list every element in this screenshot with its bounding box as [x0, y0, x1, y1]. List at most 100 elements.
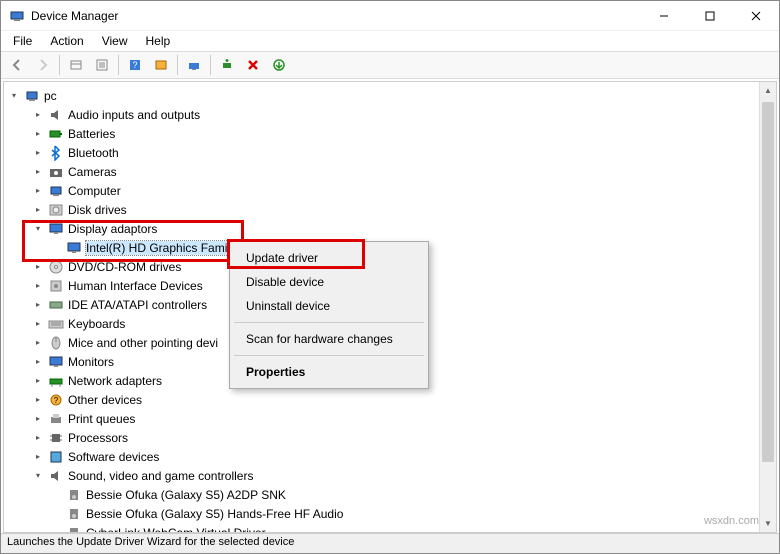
chevron-right-icon[interactable]: ▸ — [32, 109, 44, 121]
tree-item[interactable]: CyberLink WebCam Virtual Driver — [4, 523, 776, 533]
chevron-right-icon[interactable]: ▸ — [32, 261, 44, 273]
tree-item-label: Disk drives — [68, 203, 127, 217]
menu-view[interactable]: View — [94, 32, 136, 50]
chevron-right-icon[interactable]: ▸ — [32, 394, 44, 406]
pc-icon — [24, 88, 40, 104]
tree-item[interactable]: ▸ Computer — [4, 181, 776, 200]
app-icon — [9, 8, 25, 24]
sw-icon — [48, 449, 64, 465]
speaker-icon — [66, 506, 82, 522]
properties-button[interactable] — [90, 53, 114, 77]
chevron-right-icon[interactable]: ▸ — [32, 451, 44, 463]
menu-action[interactable]: Action — [42, 32, 91, 50]
context-item[interactable]: Scan for hardware changes — [232, 327, 426, 351]
chevron-down-icon[interactable]: ▾ — [32, 470, 44, 482]
minimize-button[interactable] — [641, 1, 687, 30]
show-hidden-button[interactable] — [64, 53, 88, 77]
chevron-right-icon[interactable]: ▸ — [32, 299, 44, 311]
chevron-right-icon[interactable]: ▸ — [32, 318, 44, 330]
chevron-right-icon[interactable]: ▸ — [32, 128, 44, 140]
close-button[interactable] — [733, 1, 779, 30]
chevron-down-icon[interactable]: ▾ — [8, 90, 20, 102]
tree-item-label: Display adaptors — [68, 222, 157, 236]
tree-item[interactable]: ▾ Display adaptors — [4, 219, 776, 238]
dvd-icon — [48, 259, 64, 275]
tree-item[interactable]: ▸Bluetooth — [4, 143, 776, 162]
chevron-right-icon[interactable]: ▸ — [32, 280, 44, 292]
speaker-icon — [66, 487, 82, 503]
net-icon — [48, 373, 64, 389]
status-bar: Launches the Update Driver Wizard for th… — [1, 533, 779, 553]
speaker-icon — [66, 525, 82, 534]
uninstall-button[interactable] — [241, 53, 265, 77]
display-icon — [48, 221, 64, 237]
scan-button[interactable] — [182, 53, 206, 77]
menu-file[interactable]: File — [5, 32, 40, 50]
tree-item-label: Network adapters — [68, 374, 162, 388]
chevron-down-icon[interactable]: ▾ — [32, 223, 44, 235]
tree-item[interactable]: Bessie Ofuka (Galaxy S5) A2DP SNK — [4, 485, 776, 504]
chevron-right-icon[interactable]: ▸ — [32, 337, 44, 349]
context-item[interactable]: Update driver — [232, 246, 426, 270]
menu-help[interactable]: Help — [138, 32, 179, 50]
chevron-right-icon[interactable]: ▸ — [32, 432, 44, 444]
tree-item[interactable]: ▸Audio inputs and outputs — [4, 105, 776, 124]
tree-item[interactable]: Bessie Ofuka (Galaxy S5) Hands-Free HF A… — [4, 504, 776, 523]
tree-item-label: Processors — [68, 431, 128, 445]
scroll-thumb[interactable] — [762, 102, 774, 462]
kb-icon — [48, 316, 64, 332]
ide-icon — [48, 297, 64, 313]
tree-item[interactable]: ▸ Print queues — [4, 409, 776, 428]
tree-item-label: Print queues — [68, 412, 135, 426]
pc-icon — [48, 183, 64, 199]
tree-item-label: DVD/CD-ROM drives — [68, 260, 181, 274]
tree-item-label: Software devices — [68, 450, 159, 464]
action-button[interactable] — [149, 53, 173, 77]
chevron-right-icon[interactable]: ▸ — [32, 356, 44, 368]
chevron-right-icon[interactable]: ▸ — [32, 166, 44, 178]
update-driver-button[interactable] — [267, 53, 291, 77]
tree-item[interactable]: ▾ Sound, video and game controllers — [4, 466, 776, 485]
context-item[interactable]: Uninstall device — [232, 294, 426, 318]
other-icon: ? — [48, 392, 64, 408]
maximize-button[interactable] — [687, 1, 733, 30]
tree-item[interactable]: ▸ Disk drives — [4, 200, 776, 219]
tree-item-label: Batteries — [68, 127, 115, 141]
chevron-right-icon[interactable]: ▸ — [32, 375, 44, 387]
window-title: Device Manager — [31, 9, 641, 23]
back-button[interactable] — [5, 53, 29, 77]
context-item[interactable]: Properties — [232, 360, 426, 384]
scroll-up-button[interactable]: ▲ — [760, 82, 776, 99]
tree-item-label: Computer — [68, 184, 121, 198]
chevron-right-icon[interactable]: ▸ — [32, 147, 44, 159]
tree-item-label: Sound, video and game controllers — [68, 469, 253, 483]
tree-item[interactable]: ▸ Software devices — [4, 447, 776, 466]
tree-item-label: Human Interface Devices — [68, 279, 203, 293]
watermark: wsxdn.com — [704, 515, 759, 527]
disk-icon — [48, 202, 64, 218]
add-legacy-button[interactable] — [215, 53, 239, 77]
tree-item-label: Cameras — [68, 165, 117, 179]
menubar: File Action View Help — [1, 31, 779, 51]
tree-item-label: IDE ATA/ATAPI controllers — [68, 298, 207, 312]
tree-item[interactable]: ▸ Batteries — [4, 124, 776, 143]
tree-item-label: Mice and other pointing devi — [68, 336, 218, 350]
chevron-right-icon[interactable]: ▸ — [32, 204, 44, 216]
svg-text:?: ? — [132, 60, 137, 70]
forward-button[interactable] — [31, 53, 55, 77]
tree-area: ▾pc▸Audio inputs and outputs▸Batteries▸B… — [3, 81, 777, 533]
tree-item-label: CyberLink WebCam Virtual Driver — [86, 526, 266, 534]
help-button[interactable]: ? — [123, 53, 147, 77]
tree-item-label: Intel(R) HD Graphics Family — [86, 241, 236, 255]
scroll-down-button[interactable]: ▼ — [760, 515, 776, 532]
tree-item[interactable]: ▸ Processors — [4, 428, 776, 447]
chevron-right-icon[interactable]: ▸ — [32, 185, 44, 197]
tree-item[interactable]: ▸ Cameras — [4, 162, 776, 181]
scrollbar[interactable]: ▲ ▼ — [759, 82, 776, 532]
tree-root[interactable]: ▾ pc — [4, 86, 776, 105]
context-item[interactable]: Disable device — [232, 270, 426, 294]
tree-root-label: pc — [44, 89, 57, 103]
chevron-right-icon[interactable]: ▸ — [32, 413, 44, 425]
tree-item[interactable]: ▸?Other devices — [4, 390, 776, 409]
context-separator — [234, 355, 424, 356]
